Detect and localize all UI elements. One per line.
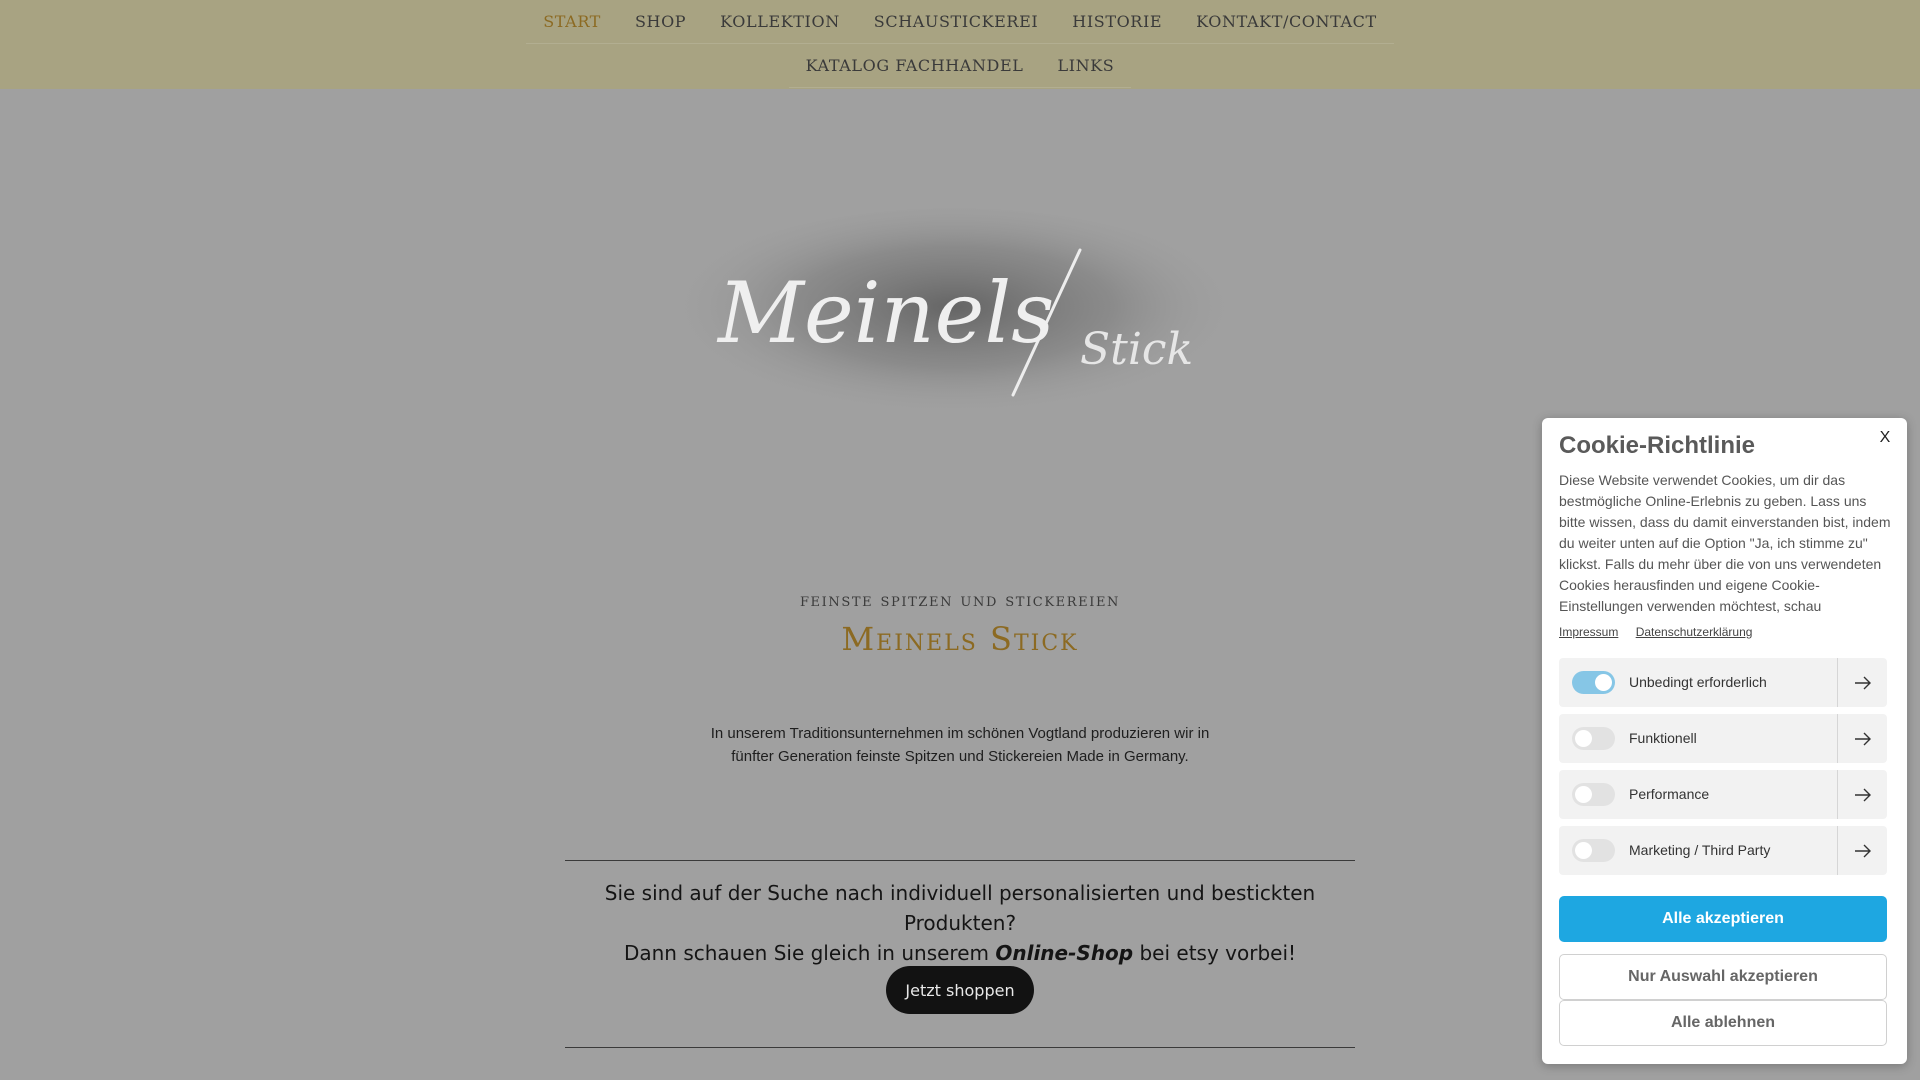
accept-selection-button[interactable]: Nur Auswahl akzeptieren xyxy=(1559,954,1887,1000)
site-logo: Meinels Stick xyxy=(664,200,1244,445)
divider-bottom xyxy=(565,1047,1355,1048)
toggle-knob xyxy=(1575,730,1592,747)
nav-item-katalog[interactable]: Katalog Fachhandel xyxy=(788,44,1041,88)
nav-item-start[interactable]: Start xyxy=(526,0,618,44)
close-icon[interactable]: X xyxy=(1875,426,1895,450)
reject-all-button[interactable]: Alle ablehnen xyxy=(1559,1000,1887,1046)
toggle-knob xyxy=(1575,842,1592,859)
shop-promo-post: bei etsy vorbei! xyxy=(1139,941,1297,965)
online-shop-link[interactable]: Online-Shop xyxy=(995,941,1133,965)
cookie-category-label: Funktionell xyxy=(1629,730,1697,746)
accept-all-button[interactable]: Alle akzeptieren xyxy=(1559,896,1887,942)
arrow-right-icon[interactable] xyxy=(1837,826,1887,875)
arrow-right-icon[interactable] xyxy=(1837,714,1887,763)
nav-item-kollektion[interactable]: Kollektion xyxy=(703,0,857,44)
cookie-category-essential: Unbedingt erforderlich xyxy=(1559,658,1887,707)
nav-row-primary: Start Shop Kollektion Schaustickerei His… xyxy=(0,0,1920,44)
cookie-title: Cookie-Richtlinie xyxy=(1559,432,1756,459)
toggle-knob xyxy=(1595,674,1612,691)
divider-top xyxy=(565,860,1355,861)
nav-item-schaustickerei[interactable]: Schaustickerei xyxy=(856,0,1056,44)
toggle-knob xyxy=(1575,786,1592,803)
nav-item-shop[interactable]: Shop xyxy=(617,0,704,44)
nav-item-kontakt[interactable]: Kontakt/Contact xyxy=(1179,0,1394,44)
top-navigation: Start Shop Kollektion Schaustickerei His… xyxy=(0,0,1920,89)
shop-promo-line1: Sie sind auf der Suche nach individuell … xyxy=(604,881,1316,935)
nav-item-links[interactable]: Links xyxy=(1040,44,1132,88)
arrow-right-icon[interactable] xyxy=(1837,770,1887,819)
arrow-right-icon[interactable] xyxy=(1837,658,1887,707)
logo-main-text: Meinels xyxy=(716,264,1054,362)
logo-graphic: Meinels Stick xyxy=(664,208,1244,428)
toggle-essential[interactable] xyxy=(1572,671,1615,694)
cookie-category-label: Performance xyxy=(1629,786,1710,802)
cookie-category-performance: Performance xyxy=(1559,770,1887,819)
cookie-description: Diese Website verwendet Cookies, um dir … xyxy=(1559,472,1891,614)
shop-promo-text: Sie sind auf der Suche nach individuell … xyxy=(565,878,1355,968)
cookie-links: Impressum Datenschutzerklärung xyxy=(1559,625,1766,639)
shop-promo-pre: Dann schauen Sie gleich in unserem xyxy=(623,941,989,965)
nav-item-historie[interactable]: Historie xyxy=(1055,0,1180,44)
logo-secondary-text: Stick xyxy=(1080,324,1193,375)
cookie-category-label: Unbedingt erforderlich xyxy=(1629,674,1767,690)
shop-now-button[interactable]: Jetzt shoppen xyxy=(886,966,1034,1014)
cookie-dialog: X Cookie-Richtlinie Diese Website verwen… xyxy=(1542,418,1907,1064)
toggle-performance[interactable] xyxy=(1572,783,1615,806)
toggle-functional[interactable] xyxy=(1572,727,1615,750)
cookie-category-functional: Funktionell xyxy=(1559,714,1887,763)
cookie-category-marketing: Marketing / Third Party xyxy=(1559,826,1887,875)
hero-intro-text: In unserem Traditionsunternehmen im schö… xyxy=(710,725,1210,765)
toggle-marketing[interactable] xyxy=(1572,839,1615,862)
shop-promo-line2: Dann schauen Sie gleich in unserem Onlin… xyxy=(565,938,1355,968)
impressum-link[interactable]: Impressum xyxy=(1559,625,1618,639)
nav-row-secondary: Katalog Fachhandel Links xyxy=(0,44,1920,88)
cookie-category-label: Marketing / Third Party xyxy=(1629,842,1771,858)
privacy-policy-link[interactable]: Datenschutzerklärung xyxy=(1636,625,1753,639)
